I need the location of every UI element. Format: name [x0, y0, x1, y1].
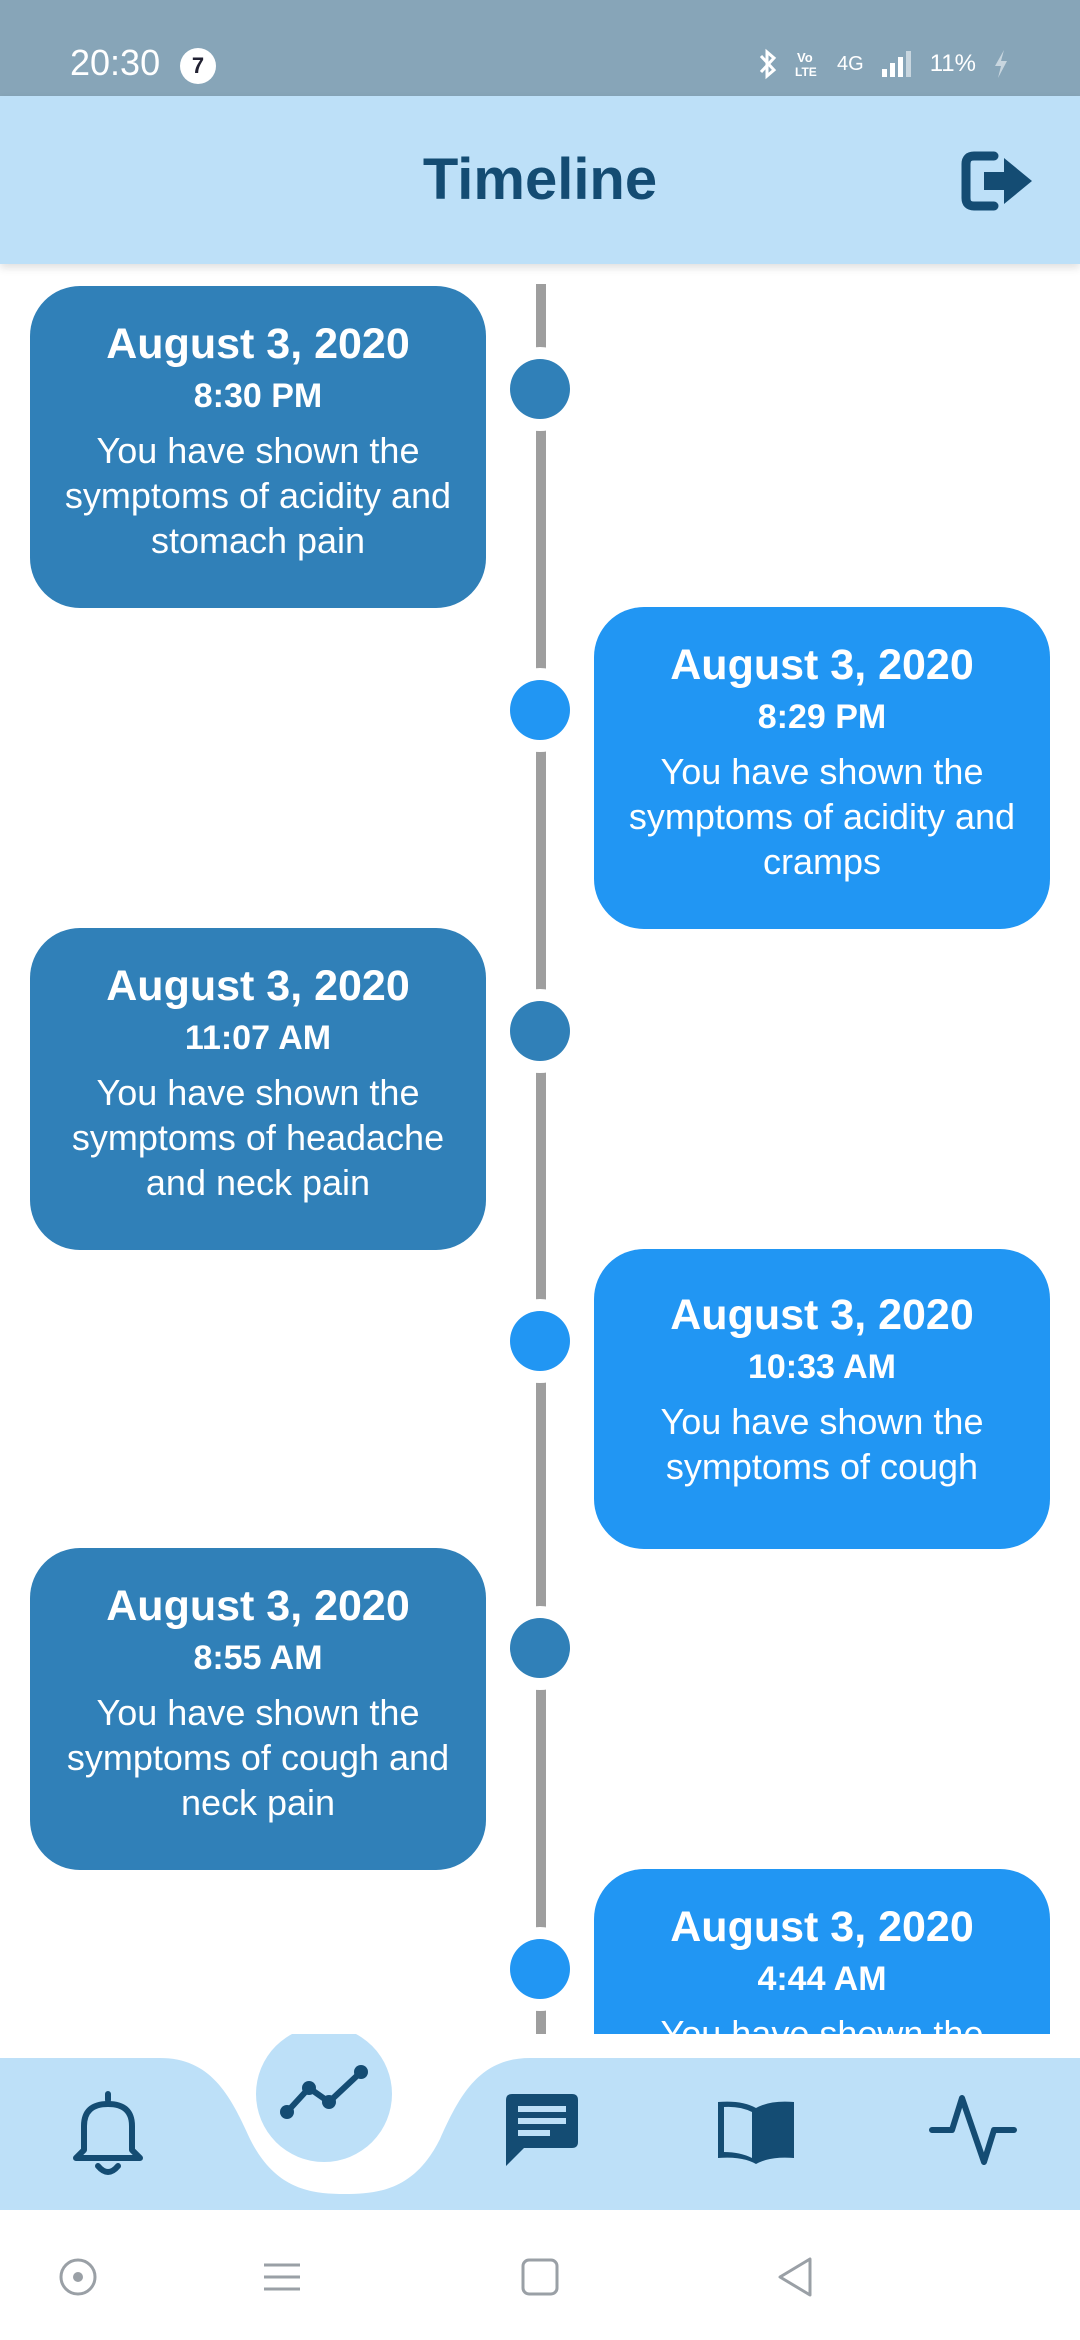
- event-description: You have shown the symptoms of acidity a…: [64, 430, 452, 561]
- activity-icon: [929, 2095, 1017, 2165]
- dot-circle-icon: [59, 2258, 97, 2296]
- timeline-dot: [510, 680, 570, 740]
- timeline-dot: [510, 1311, 570, 1371]
- event-card[interactable]: August 3, 2020 8:55 AM You have shown th…: [30, 1548, 486, 1870]
- system-back-button[interactable]: [774, 2255, 818, 2304]
- menu-icon: [264, 2263, 300, 2291]
- nav-library[interactable]: [712, 2096, 800, 2173]
- status-bar: 20:30 7 Vo LTE 4G 11%: [0, 0, 1080, 96]
- event-date: August 3, 2020: [670, 641, 974, 689]
- svg-text:LTE: LTE: [795, 65, 817, 79]
- event-time: 8:55 AM: [193, 1639, 323, 1677]
- event-card[interactable]: August 3, 2020 8:30 PM You have shown th…: [30, 286, 486, 608]
- nav-chat[interactable]: [500, 2090, 580, 2175]
- event-time: 8:30 PM: [193, 377, 323, 415]
- event-date: August 3, 2020: [670, 1903, 974, 1951]
- charging-icon: [995, 50, 1007, 78]
- event-time: 10:33 AM: [747, 1348, 897, 1386]
- system-assistant-button[interactable]: [56, 2255, 100, 2304]
- timeline-line: [536, 284, 546, 2034]
- event-time: 11:07 AM: [184, 1019, 332, 1057]
- event-date: August 3, 2020: [670, 1291, 974, 1339]
- event-card[interactable]: August 3, 2020 10:33 AM You have shown t…: [594, 1249, 1050, 1549]
- system-home-button[interactable]: [518, 2255, 562, 2304]
- notification-badge: 7: [180, 48, 216, 84]
- status-icons: Vo LTE 4G 11%: [757, 48, 1010, 80]
- square-icon: [521, 2258, 559, 2296]
- book-icon: [718, 2101, 794, 2164]
- event-description: You have shown the symptoms of cough and…: [66, 1692, 450, 1823]
- app-bar: Timeline: [0, 96, 1080, 264]
- system-menu-button[interactable]: [260, 2255, 304, 2304]
- timeline-dot: [510, 1618, 570, 1678]
- timeline-dot: [510, 1001, 570, 1061]
- bell-icon: [73, 2091, 143, 2175]
- event-description: You have shown the symptoms of headache …: [71, 1072, 445, 1203]
- timeline-dot: [510, 1939, 570, 1999]
- event-time: 8:29 PM: [757, 698, 887, 736]
- logout-icon: [961, 151, 1032, 211]
- nav-timeline[interactable]: [277, 2054, 371, 2139]
- event-card[interactable]: August 3, 2020 4:44 AM You have shown th…: [594, 1869, 1050, 2034]
- event-date: August 3, 2020: [106, 320, 410, 368]
- event-description: You have shown the symptoms of acidity a…: [628, 751, 1016, 882]
- bluetooth-icon: [759, 48, 777, 80]
- page-title: Timeline: [422, 147, 658, 212]
- timeline[interactable]: August 3, 2020 8:30 PM You have shown th…: [0, 264, 1080, 2034]
- nav-health[interactable]: [928, 2090, 1018, 2175]
- event-date: August 3, 2020: [106, 962, 410, 1010]
- network-type: 4G: [837, 52, 864, 75]
- timeline-dot: [510, 359, 570, 419]
- system-navigation: [0, 2210, 1080, 2340]
- event-date: August 3, 2020: [106, 1582, 410, 1630]
- nav-notifications[interactable]: [60, 2086, 156, 2187]
- event-card[interactable]: August 3, 2020 8:29 PM You have shown th…: [594, 607, 1050, 929]
- svg-text:Vo: Vo: [797, 50, 813, 65]
- event-card[interactable]: August 3, 2020 11:07 AM You have shown t…: [30, 928, 486, 1250]
- event-description: You have shown the symptoms of cough: [660, 1401, 984, 1487]
- event-description: You have shown the symptoms: [660, 2013, 984, 2034]
- battery-percent: 11%: [929, 50, 976, 77]
- signal-icon: [881, 51, 911, 77]
- event-time: 4:44 AM: [757, 1960, 887, 1998]
- chat-icon: [506, 2094, 578, 2166]
- status-time: 20:30: [70, 42, 161, 83]
- back-triangle-icon: [778, 2257, 812, 2297]
- volte-icon: Vo LTE: [795, 50, 817, 79]
- bottom-navigation: [0, 2034, 1080, 2210]
- trend-icon: [280, 2065, 368, 2119]
- logout-button[interactable]: [960, 146, 1040, 216]
